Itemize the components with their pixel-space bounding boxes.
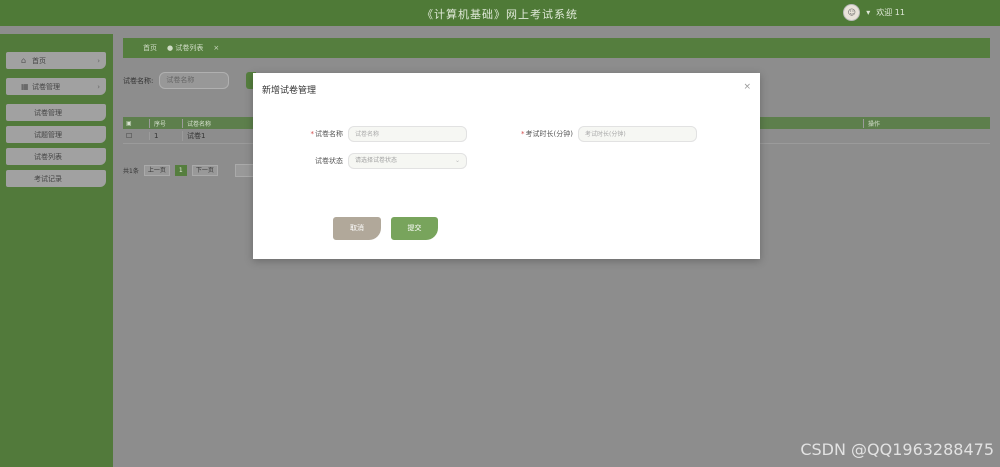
- sidebar-item-home[interactable]: ⌂ 首页 ›: [6, 52, 106, 69]
- add-paper-dialog: 新增试卷管理 × *试卷名称 *考试时长(分钟) 试卷状态 请选择试卷状态 ⌄ …: [253, 73, 760, 259]
- prev-page-button[interactable]: 上一页: [143, 165, 170, 176]
- column-header-actions: 操作: [863, 118, 990, 128]
- sidebar-subitem-exam-records[interactable]: 考试记录: [6, 170, 106, 187]
- duration-input[interactable]: [578, 126, 697, 142]
- row-index: 1: [149, 132, 182, 140]
- pagination: 共1条 上一页 1 下一页: [123, 164, 257, 177]
- select-all-checkbox[interactable]: ▣: [123, 120, 149, 127]
- sidebar-item-label: 试卷列表: [34, 152, 62, 161]
- sidebar: ⌂ 首页 › ▦ 试卷管理 › 试卷管理 试题管理 试卷列表 考试记录: [0, 34, 113, 467]
- sidebar-subitem-paper-management[interactable]: 试卷管理: [6, 104, 106, 121]
- column-header-index: 序号: [149, 118, 182, 128]
- sidebar-item-label: 首页: [32, 56, 46, 65]
- chevron-down-icon: ⌄: [454, 157, 460, 164]
- breadcrumb-current-tab[interactable]: ● 试卷列表: [167, 43, 203, 53]
- paper-name-label: *试卷名称: [310, 130, 344, 138]
- breadcrumb: 首页 ● 试卷列表 ×: [123, 38, 990, 58]
- chevron-right-icon: ›: [97, 82, 100, 91]
- column-header-name: 试卷名称: [182, 118, 262, 128]
- search-bar: 试卷名称: 试卷名称: [123, 72, 230, 89]
- pager-total: 共1条: [123, 168, 139, 175]
- grid-icon: ▦: [21, 82, 29, 91]
- dialog-title: 新增试卷管理: [262, 86, 317, 96]
- search-label: 试卷名称:: [123, 76, 154, 85]
- chevron-right-icon: ›: [97, 56, 100, 65]
- sidebar-item-label: 试卷管理: [32, 82, 60, 91]
- row-checkbox[interactable]: ☐: [123, 132, 149, 140]
- sidebar-item-label: 试题管理: [34, 130, 62, 139]
- sidebar-subitem-question-management[interactable]: 试题管理: [6, 126, 106, 143]
- top-bar: 《计算机基础》网上考试系统 ☺ ▾ 欢迎 11: [0, 0, 1000, 26]
- row-name: 试卷1: [182, 131, 262, 141]
- sidebar-subitem-paper-list[interactable]: 试卷列表: [6, 148, 106, 165]
- current-page[interactable]: 1: [174, 165, 187, 176]
- home-icon: ⌂: [21, 56, 27, 65]
- close-icon[interactable]: ×: [743, 82, 751, 92]
- sidebar-item-paper-management[interactable]: ▦ 试卷管理 ›: [6, 78, 106, 95]
- status-select-value: 请选择试卷状态: [355, 157, 398, 164]
- close-icon[interactable]: ×: [213, 44, 219, 52]
- avatar[interactable]: ☺: [843, 4, 861, 21]
- next-page-button[interactable]: 下一页: [191, 165, 218, 176]
- user-info[interactable]: ☺ ▾ 欢迎 11: [843, 4, 905, 21]
- cancel-button[interactable]: 取消: [333, 217, 381, 240]
- required-mark: *: [310, 130, 315, 138]
- status-select[interactable]: 请选择试卷状态 ⌄: [348, 153, 467, 169]
- status-label: 试卷状态: [315, 157, 343, 165]
- watermark: CSDN @QQ1963288475: [800, 440, 994, 459]
- paper-name-input[interactable]: [348, 126, 467, 142]
- required-mark: *: [521, 130, 525, 138]
- search-input[interactable]: 试卷名称: [159, 72, 230, 89]
- chevron-down-icon[interactable]: ▾: [866, 8, 870, 17]
- sidebar-item-label: 试卷管理: [34, 108, 62, 117]
- duration-label: *考试时长(分钟): [521, 130, 573, 138]
- sidebar-item-label: 考试记录: [34, 174, 62, 183]
- welcome-text: 欢迎 11: [876, 8, 905, 17]
- breadcrumb-home[interactable]: 首页: [143, 43, 157, 53]
- submit-button[interactable]: 提交: [391, 217, 438, 240]
